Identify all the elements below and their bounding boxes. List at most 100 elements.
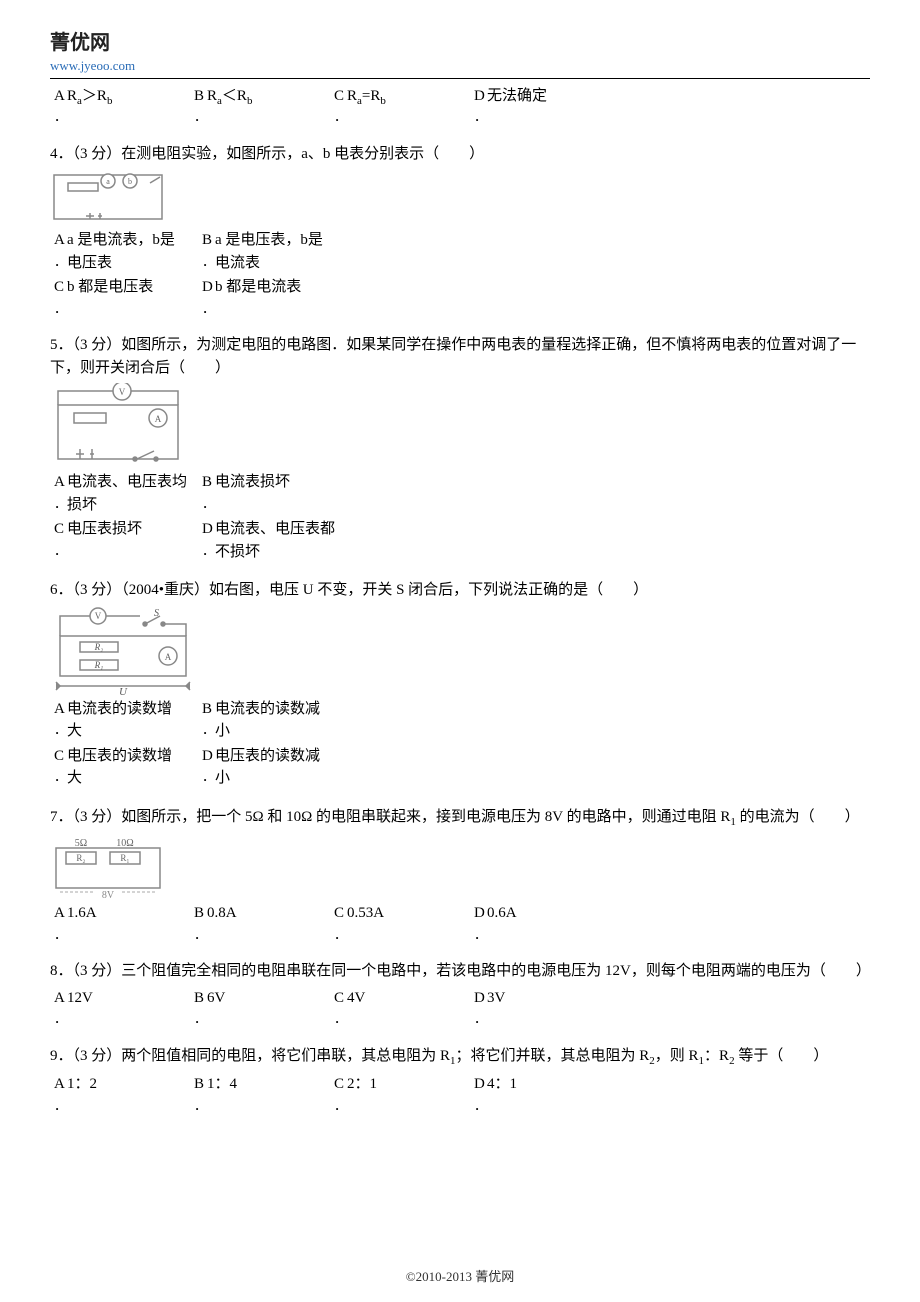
- question-5: 5．（3 分）如图所示，为测定电阻的电路图．如果某同学在操作中两电表的量程选择正…: [50, 334, 870, 563]
- q4-opt-d-text: b 都是电流表: [215, 276, 301, 299]
- q8-opt-b-text: 6V: [207, 987, 225, 1010]
- q7-lbl-r2: R₂: [76, 853, 85, 863]
- q4-opt-d-dot: ．: [202, 299, 215, 319]
- q9-opt-a-text: 1：2: [67, 1073, 97, 1096]
- q5-opt-c-dot: ．: [54, 541, 67, 561]
- q5-opt-c-letter: C: [54, 518, 67, 541]
- q9-opt-c-text: 2：1: [347, 1073, 377, 1096]
- txt: R: [347, 88, 357, 104]
- question-8: 8．（3 分）三个阻值完全相同的电阻串联在同一个电路中，若该电路中的电源电压为 …: [50, 960, 870, 1029]
- q7-lbl-10: 10Ω: [116, 838, 133, 849]
- txt: ＞R: [82, 88, 107, 104]
- txt: ，则 R: [655, 1048, 699, 1064]
- q9-opt-d-dot: ．: [474, 1096, 487, 1116]
- q4-opt-a-dot: ．: [54, 252, 67, 272]
- q6-lbl-v: V: [95, 611, 102, 621]
- q9-opt-c-letter: C: [334, 1073, 347, 1096]
- q6-opt-c-dot: ．: [54, 767, 67, 787]
- q7-lbl-r1: R₁: [120, 853, 129, 863]
- q7-opt-b-dot: ．: [194, 925, 207, 945]
- q4-opt-b-letter: B: [202, 229, 215, 252]
- site-url: www.jyeoo.com: [50, 56, 870, 76]
- q7-lbl-5: 5Ω: [75, 838, 87, 849]
- q8-opt-b-letter: B: [194, 987, 207, 1010]
- q6-opt-c-text: 电压表的读数增大: [67, 745, 177, 790]
- q4-opt-b-text: a 是电压表，b是电流表: [215, 229, 335, 274]
- svg-text:a: a: [106, 177, 110, 186]
- q7-opt-c-text: 0.53A: [347, 902, 384, 925]
- q4-option-row-2: C． b 都是电压表 D． b 都是电流表: [54, 276, 870, 318]
- q8-opt-c-text: 4V: [347, 987, 365, 1010]
- q3-opt-c-dot: ．: [334, 107, 347, 127]
- q3-opt-c-text: Ra=Rb: [347, 85, 386, 110]
- q3-opt-b-letter: B: [194, 85, 207, 108]
- q4-circuit-diagram: a b: [50, 169, 170, 227]
- txt: ＜R: [222, 88, 247, 104]
- txt: =R: [362, 88, 380, 104]
- q9-opt-b-dot: ．: [194, 1096, 207, 1116]
- q5-opt-b-letter: B: [202, 471, 215, 494]
- q8-opt-a-dot: ．: [54, 1009, 67, 1029]
- q6-opt-d-dot: ．: [202, 767, 215, 787]
- q9-opt-b-text: 1：4: [207, 1073, 237, 1096]
- q5-opt-d-text: 电流表、电压表都不损坏: [215, 518, 335, 563]
- txt: ；将它们并联，其总电阻为 R: [456, 1048, 650, 1064]
- q7-circuit-diagram: 5Ω 10Ω R₂ R₁ 8V: [50, 834, 170, 900]
- q6-opt-b-letter: B: [202, 698, 215, 721]
- q5-option-row-2: C． 电压表损坏 D． 电流表、电压表都不损坏: [54, 518, 870, 563]
- q8-opt-d-letter: D: [474, 987, 487, 1010]
- q4-option-row-1: A． a 是电流表，b是电压表 B． a 是电压表，b是电流表: [54, 229, 870, 274]
- q3-opt-a-letter: A: [54, 85, 67, 108]
- q8-opt-b-dot: ．: [194, 1009, 207, 1029]
- page-root: 菁优网 www.jyeoo.com A ． Ra＞Rb B ． Ra＜Rb C …: [0, 0, 920, 1302]
- q5-stem: 5．（3 分）如图所示，为测定电阻的电路图．如果某同学在操作中两电表的量程选择正…: [50, 334, 870, 379]
- sub: b: [380, 95, 386, 107]
- q8-opt-c-letter: C: [334, 987, 347, 1010]
- txt: 的电流为（ ）: [736, 809, 860, 825]
- q4-opt-d-letter: D: [202, 276, 215, 299]
- q7-opt-b-letter: B: [194, 902, 207, 925]
- q4-opt-c-dot: ．: [54, 299, 67, 319]
- q9-option-row: A．1：2 B．1：4 C．2：1 D．4：1: [54, 1073, 870, 1115]
- svg-text:A: A: [155, 414, 162, 424]
- q7-opt-d-dot: ．: [474, 925, 487, 945]
- q5-opt-a-text: 电流表、电压表均损坏: [67, 471, 187, 516]
- q8-opt-a-text: 12V: [67, 987, 93, 1010]
- q7-opt-c-dot: ．: [334, 925, 347, 945]
- q6-opt-b-text: 电流表的读数减小: [215, 698, 325, 743]
- q6-option-row-1: A． 电流表的读数增大 B． 电流表的读数减小: [54, 698, 870, 743]
- q9-opt-b-letter: B: [194, 1073, 207, 1096]
- q6-lbl-u: U: [119, 686, 128, 696]
- q8-option-row: A．12V B．6V C．4V D．3V: [54, 987, 870, 1029]
- q3-opt-b-dot: ．: [194, 107, 207, 127]
- txt: R: [67, 88, 77, 104]
- q8-opt-d-dot: ．: [474, 1009, 487, 1029]
- question-4: 4．（3 分）在测电阻实验，如图所示，a、b 电表分别表示（ ） a b A． …: [50, 143, 870, 319]
- txt: 等于（ ）: [735, 1048, 829, 1064]
- site-logo-text: 菁优网: [50, 28, 870, 58]
- q6-lbl-r1: R₁: [94, 660, 104, 670]
- q7-option-row: A．1.6A B．0.8A C．0.53A D．0.6A: [54, 902, 870, 944]
- q9-opt-a-letter: A: [54, 1073, 67, 1096]
- svg-text:V: V: [119, 387, 126, 397]
- q4-opt-c-letter: C: [54, 276, 67, 299]
- txt: 7．（3 分）如图所示，把一个 5Ω 和 10Ω 的电阻串联起来，接到电源电压为…: [50, 809, 730, 825]
- txt: 9．（3 分）两个阻值相同的电阻，将它们串联，其总电阻为 R: [50, 1048, 450, 1064]
- question-6: 6．（3 分）（2004•重庆）如右图，电压 U 不变，开关 S 闭合后，下列说…: [50, 579, 870, 790]
- q7-opt-a-dot: ．: [54, 925, 67, 945]
- q9-opt-c-dot: ．: [334, 1096, 347, 1116]
- q6-opt-a-text: 电流表的读数增大: [67, 698, 177, 743]
- q8-stem: 8．（3 分）三个阻值完全相同的电阻串联在同一个电路中，若该电路中的电源电压为 …: [50, 960, 870, 983]
- q8-opt-d-text: 3V: [487, 987, 505, 1010]
- txt: ：R: [704, 1048, 729, 1064]
- q3-opt-b-text: Ra＜Rb: [207, 85, 252, 110]
- q7-opt-a-text: 1.6A: [67, 902, 97, 925]
- q7-opt-c-letter: C: [334, 902, 347, 925]
- q9-stem: 9．（3 分）两个阻值相同的电阻，将它们串联，其总电阻为 R1；将它们并联，其总…: [50, 1045, 870, 1070]
- q8-opt-a-letter: A: [54, 987, 67, 1010]
- q5-opt-b-text: 电流表损坏: [215, 471, 290, 494]
- q6-lbl-a: A: [165, 652, 172, 662]
- q4-opt-a-text: a 是电流表，b是电压表: [67, 229, 187, 274]
- q7-stem: 7．（3 分）如图所示，把一个 5Ω 和 10Ω 的电阻串联起来，接到电源电压为…: [50, 806, 870, 831]
- question-7: 7．（3 分）如图所示，把一个 5Ω 和 10Ω 的电阻串联起来，接到电源电压为…: [50, 806, 870, 945]
